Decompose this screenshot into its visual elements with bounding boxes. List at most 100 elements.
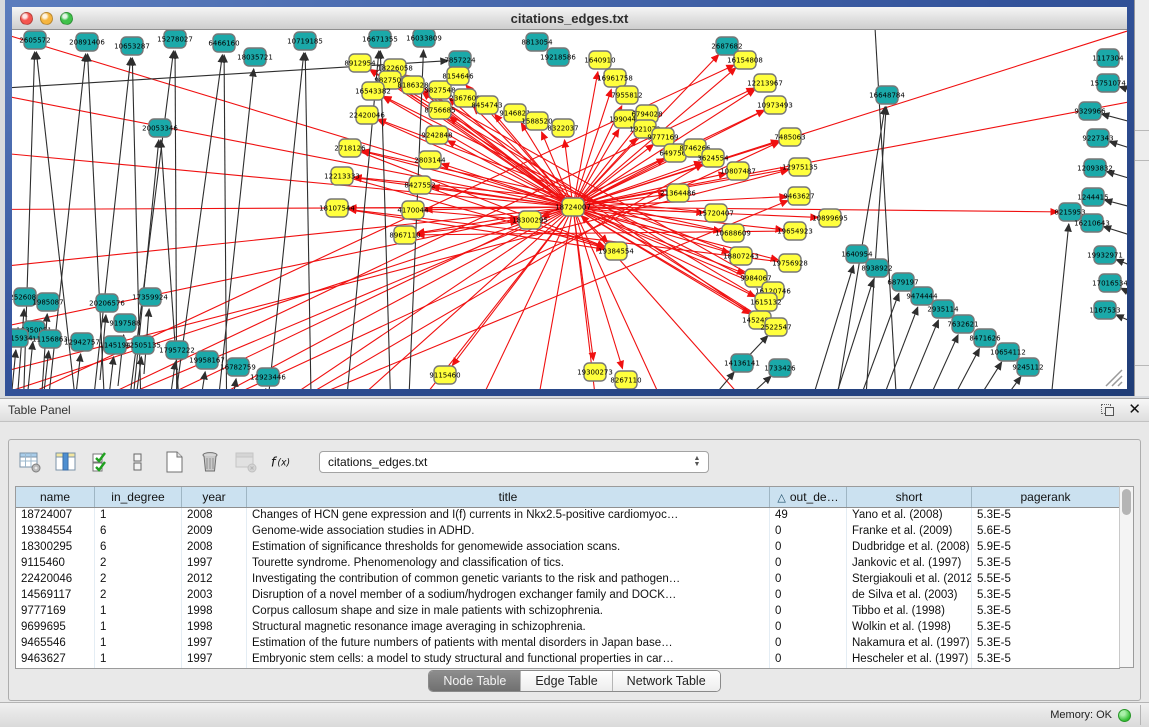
- citation-edge-black[interactable]: [1116, 315, 1127, 335]
- table-cell[interactable]: 0: [770, 620, 847, 636]
- table-cell[interactable]: 5.3E-5: [972, 604, 1119, 620]
- table-cell[interactable]: 0: [770, 524, 847, 540]
- table-cell[interactable]: 19384554: [16, 524, 95, 540]
- table-cell[interactable]: 2008: [182, 508, 247, 524]
- citation-edge-black[interactable]: [380, 51, 392, 389]
- table-cell[interactable]: 0: [770, 604, 847, 620]
- citation-edge-black[interactable]: [1109, 142, 1127, 158]
- split-rows-icon[interactable]: [125, 449, 151, 475]
- citation-edge-black[interactable]: [736, 376, 771, 389]
- table-cell[interactable]: Changes of HCN gene expression and I(f) …: [247, 508, 770, 524]
- table-cell[interactable]: 1: [95, 636, 182, 652]
- graph-node[interactable]: 15278027: [157, 30, 193, 48]
- graph-node[interactable]: 1985087: [32, 293, 63, 311]
- float-window-icon[interactable]: [1101, 404, 1114, 416]
- table-cell[interactable]: Disruption of a novel member of a sodium…: [247, 588, 770, 604]
- network-window-titlebar[interactable]: citations_edges.txt: [12, 7, 1127, 30]
- table-cell[interactable]: 0: [770, 572, 847, 588]
- graph-node[interactable]: 19384554: [598, 242, 634, 260]
- graph-node[interactable]: 12093832: [1077, 159, 1113, 177]
- table-cell[interactable]: Wolkin et al. (1998): [847, 620, 972, 636]
- table-cell[interactable]: 5.3E-5: [972, 620, 1119, 636]
- graph-node[interactable]: 2605572: [19, 31, 50, 49]
- graph-node[interactable]: 20053346: [142, 119, 178, 137]
- graph-node[interactable]: 1244415: [1077, 188, 1108, 206]
- table-row[interactable]: 2242004622012Investigating the contribut…: [16, 572, 1119, 588]
- citation-edge-black[interactable]: [175, 51, 177, 389]
- delete-table-icon[interactable]: [233, 449, 259, 475]
- graph-node[interactable]: 7632621: [947, 315, 978, 333]
- table-cell[interactable]: 2008: [182, 540, 247, 556]
- column-header-short[interactable]: short: [847, 487, 972, 507]
- table-row[interactable]: 911546021997Tourette syndrome. Phenomeno…: [16, 556, 1119, 572]
- graph-node[interactable]: 1733426: [764, 359, 796, 377]
- graph-node[interactable]: 10899695: [812, 209, 848, 227]
- table-cell[interactable]: 49: [770, 508, 847, 524]
- table-cell[interactable]: 0: [770, 556, 847, 572]
- citation-edge-black[interactable]: [18, 309, 24, 389]
- citation-edge-black[interactable]: [1103, 227, 1127, 245]
- citation-edge-black[interactable]: [874, 30, 897, 389]
- column-header-in_degree[interactable]: in_degree: [95, 487, 182, 507]
- table-cell[interactable]: Jankovic et al. (1997): [847, 556, 972, 572]
- citation-edge-black[interactable]: [1052, 224, 1069, 389]
- table-cell[interactable]: 2: [95, 572, 182, 588]
- graph-node[interactable]: 1640910: [584, 51, 615, 69]
- graph-node[interactable]: 8813054: [521, 33, 553, 51]
- graph-node[interactable]: 18107544: [319, 199, 355, 217]
- table-cell[interactable]: Stergiakouli et al. (2012): [847, 572, 972, 588]
- graph-node[interactable]: 8454743: [471, 96, 502, 114]
- table-cell[interactable]: 0: [770, 652, 847, 668]
- graph-node[interactable]: 17016534: [1092, 274, 1127, 292]
- column-header-year[interactable]: year: [182, 487, 247, 507]
- graph-node[interactable]: 8322037: [547, 119, 578, 137]
- graph-node[interactable]: 7955812: [611, 86, 642, 104]
- table-vertical-scrollbar[interactable]: [1119, 486, 1134, 668]
- graph-node[interactable]: 15751074: [1090, 74, 1126, 92]
- table-cell[interactable]: Hescheler et al. (1997): [847, 652, 972, 668]
- citation-edge-black[interactable]: [342, 51, 379, 389]
- row-select-icon[interactable]: [89, 449, 115, 475]
- table-cell[interactable]: 2009: [182, 524, 247, 540]
- graph-node[interactable]: 1615132: [750, 293, 781, 311]
- graph-node[interactable]: 9227343: [1082, 129, 1113, 147]
- citation-edge-black[interactable]: [946, 349, 979, 389]
- table-cell[interactable]: Investigating the contribution of common…: [247, 572, 770, 588]
- tab-node-table[interactable]: Node Table: [429, 671, 521, 691]
- graph-node[interactable]: 19932971: [1087, 246, 1123, 264]
- table-cell[interactable]: 2: [95, 588, 182, 604]
- graph-node[interactable]: 18035721: [237, 48, 273, 66]
- table-cell[interactable]: 9463627: [16, 652, 95, 668]
- graph-node[interactable]: 20206576: [89, 294, 125, 312]
- graph-node[interactable]: 9245112: [1012, 358, 1043, 376]
- graph-node[interactable]: 9242848: [421, 126, 452, 144]
- table-row[interactable]: 969969511998Structural magnetic resonanc…: [16, 620, 1119, 636]
- graph-node[interactable]: 20891406: [69, 33, 105, 51]
- network-graph[interactable]: 1872400726055722089140610653287152780276…: [12, 30, 1127, 389]
- citation-edge-black[interactable]: [305, 53, 312, 389]
- graph-node[interactable]: 10807487: [720, 162, 756, 180]
- table-cell[interactable]: 2003: [182, 588, 247, 604]
- table-cell[interactable]: 6: [95, 540, 182, 556]
- graph-node[interactable]: 7485063: [774, 128, 805, 146]
- new-table-icon[interactable]: [161, 449, 187, 475]
- table-cell[interactable]: Tourette syndrome. Phenomenology and cla…: [247, 556, 770, 572]
- table-cell[interactable]: 5.3E-5: [972, 652, 1119, 668]
- table-cell[interactable]: Genome-wide association studies in ADHD.: [247, 524, 770, 540]
- table-cell[interactable]: Tibbo et al. (1998): [847, 604, 972, 620]
- delete-trash-icon[interactable]: [197, 449, 223, 475]
- graph-node[interactable]: 15720407: [698, 204, 734, 222]
- graph-node[interactable]: 8912954: [344, 54, 376, 72]
- graph-node[interactable]: 8427552: [404, 176, 435, 194]
- graph-node[interactable]: 9463627: [783, 187, 814, 205]
- citation-edge-black[interactable]: [1119, 87, 1127, 100]
- table-cell[interactable]: 9699695: [16, 620, 95, 636]
- table-cell[interactable]: 1: [95, 508, 182, 524]
- graph-node[interactable]: 9197588: [109, 314, 140, 332]
- citation-edge-red[interactable]: [573, 207, 612, 389]
- table-cell[interactable]: 1997: [182, 636, 247, 652]
- graph-node[interactable]: 8471626: [969, 329, 1001, 347]
- table-cell[interactable]: 1: [95, 652, 182, 668]
- table-settings-icon[interactable]: [17, 449, 43, 475]
- table-cell[interactable]: 5.3E-5: [972, 636, 1119, 652]
